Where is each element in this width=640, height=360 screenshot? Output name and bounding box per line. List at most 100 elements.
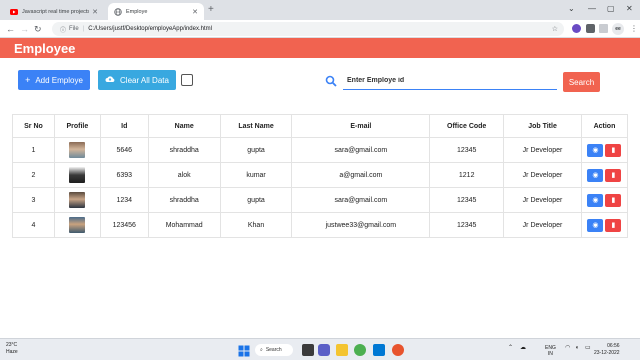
info-icon: ⓘ	[60, 27, 67, 34]
tray-overflow-icon[interactable]: ⌃	[508, 345, 513, 351]
cell-job-title: Jr Developer	[503, 212, 582, 238]
teams-chat-icon[interactable]	[318, 344, 330, 356]
delete-trash-icon[interactable]: ▮	[605, 218, 622, 232]
new-tab-button[interactable]: +	[208, 5, 214, 15]
close-window-icon[interactable]: ✕	[626, 4, 633, 13]
profile-avatar[interactable]: ee	[612, 23, 624, 35]
col-email: E-mail	[291, 114, 431, 138]
url-text: C:/Users/justf/Desktop/employeApp/index.…	[88, 26, 212, 32]
chrome-icon[interactable]	[354, 344, 366, 356]
globe-icon	[114, 7, 122, 16]
bookmark-star-icon[interactable]: ☆	[552, 25, 558, 33]
clear-all-label: Clear All Data	[120, 75, 169, 85]
weather-widget[interactable]: 23°C Haze	[6, 342, 18, 356]
maximize-icon[interactable]: ▢	[607, 4, 615, 13]
cell-profile	[53, 162, 101, 188]
extension-icon[interactable]	[572, 24, 581, 33]
reload-icon[interactable]: ↻	[34, 23, 42, 35]
forward-icon[interactable]: →	[20, 23, 29, 35]
puzzle-icon[interactable]	[586, 24, 595, 33]
cell-action: ◉ ▮	[580, 162, 629, 188]
menu-icon[interactable]: ⋮	[630, 23, 638, 35]
avatar	[69, 142, 86, 158]
minimize-icon[interactable]: —	[588, 4, 596, 13]
col-office-code: Office Code	[429, 114, 505, 138]
delete-trash-icon[interactable]: ▮	[605, 168, 622, 182]
cell-sr-no: 1	[12, 137, 55, 163]
delete-trash-icon[interactable]: ▮	[605, 193, 622, 207]
add-employe-button[interactable]: + Add Employe	[18, 70, 90, 90]
url-scheme: File	[69, 26, 79, 32]
back-icon[interactable]: ←	[6, 23, 15, 35]
cell-last-name: kumar	[219, 162, 293, 188]
add-employe-label: Add Employe	[35, 75, 83, 85]
cell-office-code: 12345	[429, 187, 505, 213]
vscode-icon[interactable]	[373, 344, 385, 356]
search-button[interactable]: Search	[563, 72, 600, 92]
avatar	[69, 192, 86, 208]
table-header-row: Sr No Profile Id Name Last Name E-mail O…	[12, 114, 629, 138]
url-separator: |	[82, 26, 85, 32]
cell-email: sara@gmail.com	[291, 137, 431, 163]
chrome-canary-icon[interactable]	[392, 344, 404, 356]
sidepanel-icon[interactable]	[599, 24, 608, 33]
volume-icon[interactable]: ◖	[575, 345, 579, 351]
youtube-icon	[10, 8, 18, 16]
avatar	[69, 167, 86, 183]
view-eye-icon[interactable]: ◉	[587, 218, 604, 232]
tab-youtube[interactable]: Javascript real time projects - Yo ✕	[4, 3, 104, 20]
view-eye-icon[interactable]: ◉	[587, 168, 604, 182]
delete-trash-icon[interactable]: ▮	[605, 143, 622, 157]
tab-employe[interactable]: Employe ✕	[108, 3, 204, 20]
cell-job-title: Jr Developer	[503, 162, 582, 188]
cell-profile	[53, 212, 101, 238]
search-icon	[325, 74, 337, 87]
cell-profile	[53, 137, 101, 163]
search-icon: ⌕	[260, 347, 263, 353]
windows-start-icon[interactable]	[238, 344, 250, 357]
cell-profile	[53, 187, 101, 213]
close-tab-icon[interactable]: ✕	[92, 8, 98, 16]
col-name: Name	[147, 114, 221, 138]
app-header: Employee	[0, 38, 640, 58]
clear-all-button[interactable]: Clear All Data	[98, 70, 176, 90]
view-eye-icon[interactable]: ◉	[587, 193, 604, 207]
clock-date: 23-12-2022	[594, 350, 620, 356]
tab-label: Javascript real time projects - Yo	[22, 8, 90, 15]
page-title: Employee	[14, 41, 76, 56]
cloud-icon[interactable]: ☁	[520, 345, 526, 351]
col-id: Id	[99, 114, 149, 138]
address-bar[interactable]: ⓘ File | C:/Users/justf/Desktop/employeA…	[52, 22, 564, 36]
cell-last-name: Khan	[219, 212, 293, 238]
close-tab-icon[interactable]: ✕	[192, 8, 198, 16]
table-row: 1 5646 shraddha gupta sara@gmail.com 123…	[12, 137, 629, 163]
cell-id: 123456	[99, 212, 149, 238]
web-page: Employee + Add Employe Clear All Data Se…	[0, 38, 640, 338]
table-row: 4 123456 Mohammad Khan justwee33@gmail.c…	[12, 212, 629, 238]
cell-action: ◉ ▮	[580, 187, 629, 213]
employe-id-input[interactable]	[343, 72, 557, 90]
cell-job-title: Jr Developer	[503, 137, 582, 163]
weather-temp: 23°C	[6, 342, 18, 348]
wifi-icon[interactable]: ◠	[565, 345, 570, 351]
select-all-checkbox[interactable]	[181, 74, 193, 86]
battery-icon[interactable]: ▭	[585, 345, 591, 351]
taskbar-search[interactable]: ⌕ Search	[255, 344, 293, 356]
region-code: IN	[547, 351, 553, 357]
tab-label: Employe	[126, 8, 148, 15]
cell-name: shraddha	[147, 187, 221, 213]
system-clock[interactable]: 06:56 23-12-2022	[594, 343, 620, 357]
file-explorer-icon[interactable]	[336, 344, 348, 356]
task-view-icon[interactable]	[302, 344, 314, 356]
col-last-name: Last Name	[219, 114, 293, 138]
cell-id: 1234	[99, 187, 149, 213]
browser-toolbar: ← → ↻ ⓘ File | C:/Users/justf/Desktop/em…	[0, 20, 640, 38]
col-action: Action	[580, 114, 629, 138]
cell-name: Mohammad	[147, 212, 221, 238]
cell-email: sara@gmail.com	[291, 187, 431, 213]
table-row: 2 6393 alok kumar a@gmail.com 1212 Jr De…	[12, 162, 629, 188]
taskbar-search-label: Search	[265, 347, 282, 353]
tab-search-icon[interactable]: ⌄	[568, 4, 575, 13]
language-indicator[interactable]: ENG IN	[545, 345, 556, 357]
view-eye-icon[interactable]: ◉	[587, 143, 604, 157]
